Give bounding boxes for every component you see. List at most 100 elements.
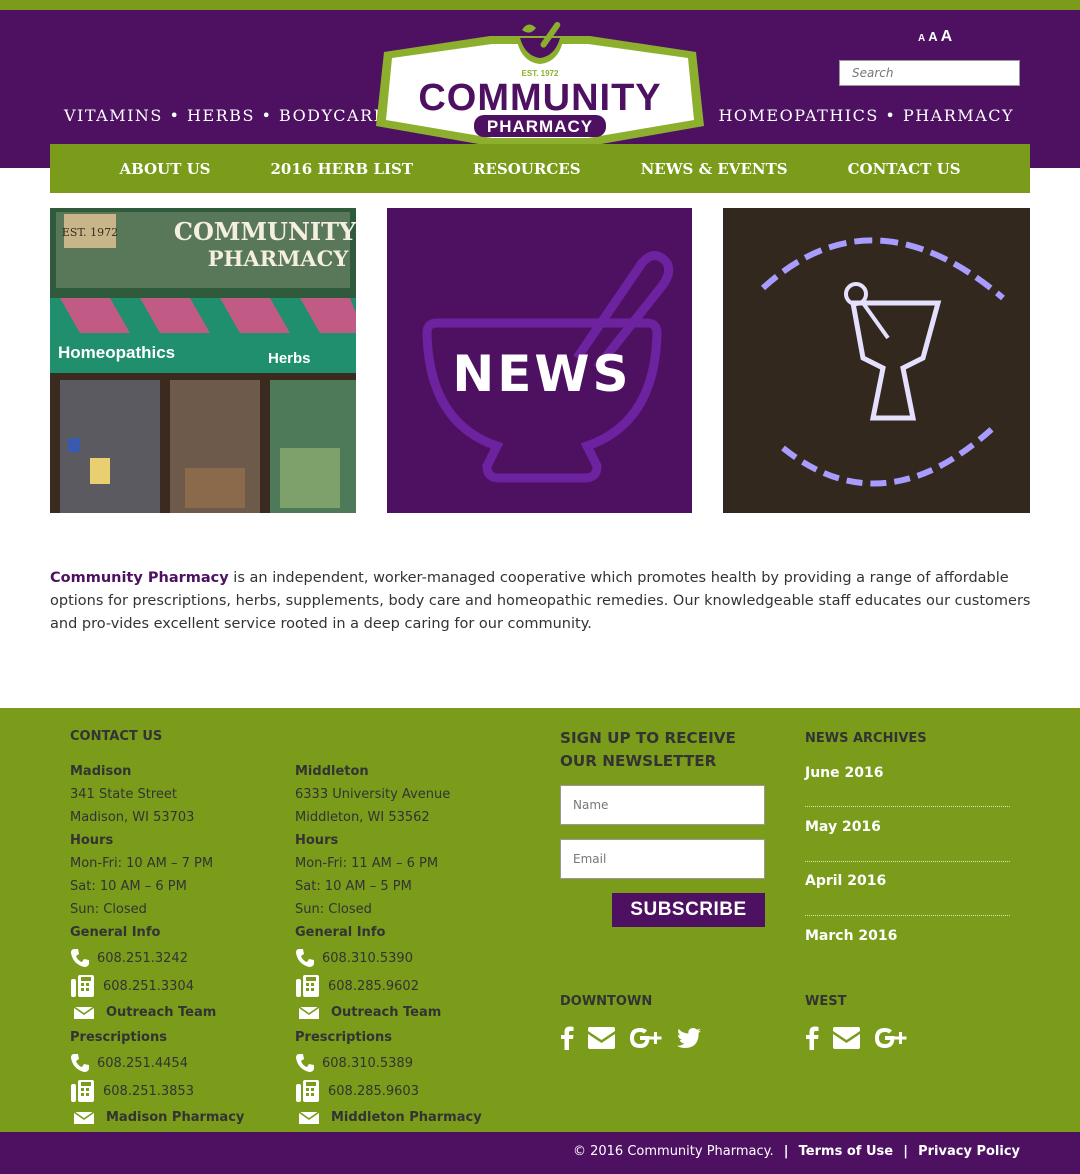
madison-general-fax-row: 608.251.3304 <box>70 972 280 1000</box>
madison-hours-weekday: Mon-Fri: 10 AM – 7 PM <box>70 856 214 871</box>
madison-outreach-link[interactable]: Outreach Team <box>70 1000 280 1024</box>
madison-hours-sat: Sat: 10 AM – 6 PM <box>70 879 187 894</box>
middleton-general-fax-row: 608.285.9602 <box>295 972 515 1000</box>
fax-icon <box>296 1080 319 1102</box>
madison-rx-phone-row[interactable]: 608.251.4454 <box>70 1049 280 1077</box>
downtown-heading: DOWNTOWN <box>560 994 653 1009</box>
nav-about-us[interactable]: ABOUT US <box>119 160 210 178</box>
nav-herb-list[interactable]: 2016 HERB LIST <box>271 160 414 178</box>
tagline-right: HOMEOPATHICS • PHARMACY <box>718 106 1014 125</box>
middleton-outreach-link[interactable]: Outreach Team <box>295 1000 515 1024</box>
storefront-tile[interactable]: EST. 1972 COMMUNITY PHARMACY Homeopathic… <box>50 208 356 513</box>
middleton-pharmacy-link[interactable]: Middleton Pharmacy <box>295 1105 515 1129</box>
madison-name: Madison <box>70 764 132 779</box>
middleton-rx-fax-row: 608.285.9603 <box>295 1077 515 1105</box>
middleton-hours-sat: Sat: 10 AM – 5 PM <box>295 879 412 894</box>
text-size-medium[interactable]: A <box>928 29 937 44</box>
madison-general-phone-row[interactable]: 608.251.3242 <box>70 944 280 972</box>
archive-link-march-2016[interactable]: March 2016 <box>805 928 1010 944</box>
fax-icon <box>71 975 94 997</box>
nav-contact-us[interactable]: CONTACT US <box>848 160 961 178</box>
west-social-links <box>805 1026 922 1050</box>
nav-news-events[interactable]: NEWS & EVENTS <box>641 160 788 178</box>
contact-heading: CONTACT US <box>70 729 163 744</box>
subscribe-button[interactable]: SUBSCRIBE <box>612 893 765 927</box>
downtown-twitter-icon[interactable] <box>677 1028 701 1048</box>
middleton-general-label: General Info <box>295 925 386 940</box>
mail-icon <box>74 1006 94 1019</box>
west-email-icon[interactable] <box>833 1027 860 1049</box>
mail-icon <box>299 1111 319 1124</box>
neon-sign-image <box>723 208 1030 513</box>
newsletter-email-input[interactable] <box>560 839 765 879</box>
madison-contact: Madison 341 State Street Madison, WI 537… <box>70 760 280 1129</box>
downtown-email-icon[interactable] <box>588 1027 615 1049</box>
nav-resources[interactable]: RESOURCES <box>473 160 581 178</box>
west-google-plus-icon[interactable] <box>874 1027 908 1049</box>
copyright-text: © 2016 Community Pharmacy. <box>572 1144 774 1159</box>
middleton-street: 6333 University Avenue <box>295 787 451 802</box>
archive-divider <box>805 806 1010 807</box>
archive-link-may-2016[interactable]: May 2016 <box>805 819 1010 835</box>
legal-links: © 2016 Community Pharmacy. | Terms of Us… <box>573 1144 1020 1159</box>
middleton-hours-weekday: Mon-Fri: 11 AM – 6 PM <box>295 856 439 871</box>
storefront-sign-2: PHARMACY <box>208 246 350 271</box>
middleton-general-phone-row[interactable]: 608.310.5390 <box>295 944 515 972</box>
downtown-social-links <box>560 1026 715 1050</box>
text-size-large[interactable]: A <box>941 28 953 45</box>
archive-link-april-2016[interactable]: April 2016 <box>805 873 1010 889</box>
newsletter-heading: SIGN UP TO RECEIVE OUR NEWSLETTER <box>560 727 780 773</box>
middleton-hours-sun: Sun: Closed <box>295 902 372 917</box>
awning-left-label: Homeopathics <box>58 343 175 362</box>
madison-hours-sun: Sun: Closed <box>70 902 147 917</box>
logo-word-community: COMMUNITY <box>418 77 661 119</box>
downtown-facebook-icon[interactable] <box>560 1026 574 1050</box>
fax-icon <box>296 975 319 997</box>
madison-city: Madison, WI 53703 <box>70 810 195 825</box>
middleton-rx-fax: 608.285.9603 <box>328 1083 419 1099</box>
archive-divider <box>805 915 1010 916</box>
newsletter-heading-line-2: OUR NEWSLETTER <box>560 752 717 770</box>
storefront-image: EST. 1972 COMMUNITY PHARMACY Homeopathic… <box>50 208 356 513</box>
news-image: NEWS <box>387 208 692 513</box>
privacy-policy-link[interactable]: Privacy Policy <box>918 1144 1020 1159</box>
separator: | <box>903 1144 908 1159</box>
neon-sign-tile[interactable] <box>723 208 1030 513</box>
mail-icon <box>74 1111 94 1124</box>
mail-icon <box>299 1006 319 1019</box>
middleton-rx-phone-row[interactable]: 608.310.5389 <box>295 1049 515 1077</box>
middleton-name: Middleton <box>295 764 369 779</box>
west-facebook-icon[interactable] <box>805 1026 819 1050</box>
madison-pharmacy-link[interactable]: Madison Pharmacy <box>70 1105 280 1129</box>
middleton-general-fax: 608.285.9602 <box>328 978 419 994</box>
archive-link-june-2016[interactable]: June 2016 <box>805 765 1010 781</box>
news-label: NEWS <box>452 345 631 403</box>
middleton-general-phone: 608.310.5390 <box>322 950 413 966</box>
bottom-bar: © 2016 Community Pharmacy. | Terms of Us… <box>0 1132 1080 1174</box>
site-logo[interactable]: EST. 1972 COMMUNITY PHARMACY <box>370 14 710 156</box>
madison-rx-label: Prescriptions <box>70 1030 167 1045</box>
madison-rx-phone: 608.251.4454 <box>97 1055 188 1071</box>
madison-general-phone: 608.251.3242 <box>97 950 188 966</box>
news-tile[interactable]: NEWS <box>387 208 692 513</box>
middleton-city: Middleton, WI 53562 <box>295 810 430 825</box>
terms-of-use-link[interactable]: Terms of Use <box>799 1144 893 1159</box>
madison-rx-fax: 608.251.3853 <box>103 1083 194 1099</box>
middleton-rx-label: Prescriptions <box>295 1030 392 1045</box>
search-input[interactable] <box>839 60 1020 86</box>
middleton-rx-phone: 608.310.5389 <box>322 1055 413 1071</box>
middleton-hours-label: Hours <box>295 833 339 848</box>
fax-icon <box>71 1080 94 1102</box>
intro-brand: Community Pharmacy <box>50 570 229 586</box>
text-size-small[interactable]: A <box>918 33 925 44</box>
downtown-google-plus-icon[interactable] <box>629 1027 663 1049</box>
madison-outreach-label: Outreach Team <box>106 1004 217 1020</box>
middleton-contact: Middleton 6333 University Avenue Middlet… <box>295 760 515 1129</box>
madison-pharmacy-label: Madison Pharmacy <box>106 1109 245 1125</box>
logo-graphic: EST. 1972 COMMUNITY PHARMACY <box>376 21 704 146</box>
newsletter-name-input[interactable] <box>560 785 765 825</box>
madison-general-label: General Info <box>70 925 161 940</box>
phone-icon <box>71 1054 89 1072</box>
middleton-pharmacy-label: Middleton Pharmacy <box>331 1109 482 1125</box>
newsletter-heading-line-1: SIGN UP TO RECEIVE <box>560 729 736 747</box>
